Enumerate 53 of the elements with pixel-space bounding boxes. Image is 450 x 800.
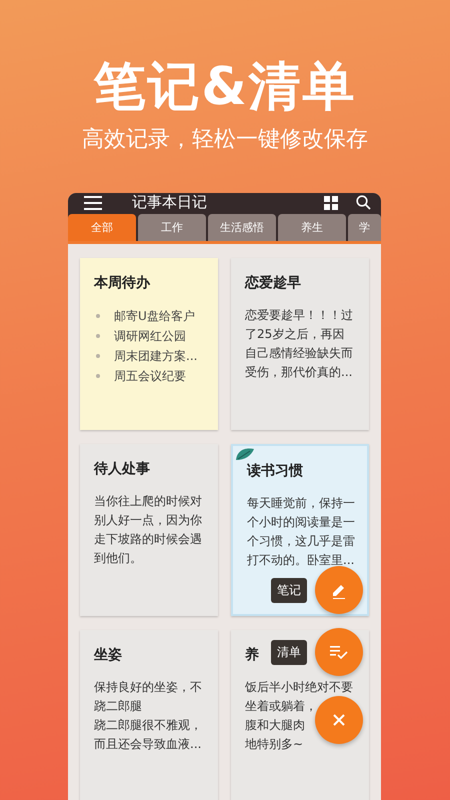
note-text-line: 饭后半小时绝对不要: [245, 679, 353, 696]
subtitle: 高效记录，轻松一键修改保存: [82, 126, 368, 154]
note-text-line: 当你往上爬的时候对: [94, 493, 202, 510]
bullet-icon: [96, 314, 100, 318]
note-text-line: 打不动的。卧室里...: [247, 552, 354, 569]
note-card[interactable]: 待人处事 当你往上爬的时候对 别人好一点，因为你 走下坡路的时候会遇 到他们。: [80, 444, 218, 616]
close-icon: [333, 714, 345, 726]
fab-label: 笔记: [271, 578, 307, 602]
note-text-line: 保持良好的坐姿，不: [94, 679, 202, 696]
note-text-line: 恋爱要趁早！！！过: [245, 307, 353, 324]
note-text-line: 而且还会导致血液...: [94, 736, 202, 753]
note-text-line: 跷二郎腿很不雅观，: [94, 717, 202, 734]
note-title: 养: [245, 646, 259, 664]
note-card[interactable]: 坐姿 保持良好的坐姿，不 跷二郎腿 跷二郎腿很不雅观， 而且还会导致血液...: [80, 630, 218, 800]
note-title: 读书习惯: [247, 462, 303, 480]
checklist-item: 调研网红公园: [114, 328, 186, 345]
app-title: 记事本日记: [132, 193, 208, 212]
bullet-icon: [96, 354, 100, 358]
note-text-line: 每天睡觉前，保持一: [247, 495, 355, 512]
note-text-line: 走下坡路的时候会遇: [94, 531, 202, 548]
bullet-icon: [96, 334, 100, 338]
category-tab[interactable]: 养生: [278, 214, 346, 241]
note-text-line: 个习惯，这几乎是雷: [247, 533, 355, 550]
note-title: 恋爱趁早: [245, 274, 301, 292]
note-card[interactable]: 恋爱趁早 恋爱要趁早！！！过 了25岁之后，再因 自己感情经验缺失而 受伤，那代价真的...: [231, 258, 369, 430]
note-text-line: 到他们。: [94, 550, 142, 567]
menu-icon[interactable]: [84, 196, 102, 210]
note-text-line: 地特别多~: [245, 736, 304, 753]
note-text-line: 受伤，那代价真的...: [245, 364, 352, 381]
bullet-icon: [96, 374, 100, 378]
note-text-line: 跷二郎腿: [94, 698, 142, 715]
checklist-item: 周末团建方案...: [114, 348, 198, 365]
note-text-line: 个小时的阅读量是一: [247, 514, 355, 531]
grid-view-icon[interactable]: [324, 196, 338, 210]
checklist-icon: [330, 645, 348, 659]
note-text-line: 自己感情经验缺失而: [245, 345, 353, 362]
note-text-line: 坐着或躺着，: [245, 698, 317, 715]
leaf-icon: [235, 447, 255, 461]
note-text-line: 腹和大腿肉: [245, 717, 305, 734]
note-card[interactable]: 本周待办 邮寄U盘给客户 调研网红公园 周末团建方案... 周五会议纪要: [80, 258, 218, 430]
note-text-line: 了25岁之后，再因: [245, 326, 344, 343]
note-title: 坐姿: [94, 646, 122, 664]
note-title: 本周待办: [94, 274, 150, 292]
note-text-line: 别人好一点，因为你: [94, 512, 202, 529]
checklist-item: 周五会议纪要: [114, 368, 186, 385]
checklist-item: 邮寄U盘给客户: [114, 308, 195, 325]
fab-label: 清单: [271, 640, 307, 664]
headline: 笔记&清单: [93, 56, 357, 119]
search-icon[interactable]: [356, 195, 371, 210]
note-title: 待人处事: [94, 460, 150, 478]
category-tab[interactable]: 学: [348, 214, 381, 241]
category-tab[interactable]: 生活感悟: [208, 214, 276, 241]
category-tab[interactable]: 工作: [138, 214, 206, 241]
